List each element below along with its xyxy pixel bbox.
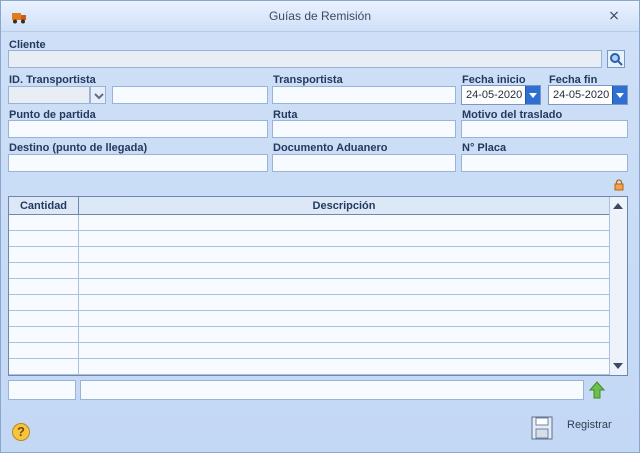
fecha-fin-value: 24-05-2020 [553,89,610,101]
id-transportista-label: ID. Transportista [9,74,96,86]
grid-rows [9,215,609,375]
cantidad-cell[interactable] [9,231,79,247]
new-cantidad-field[interactable] [8,380,76,400]
scroll-down-icon[interactable] [613,363,623,369]
table-row[interactable] [9,343,609,359]
grid-vertical-scrollbar[interactable] [609,197,627,375]
new-descripcion-field[interactable] [80,380,584,400]
registrar-button[interactable]: Registrar [567,419,612,431]
fecha-fin-date-picker[interactable]: 24-05-2020 [548,85,628,105]
cantidad-cell[interactable] [9,263,79,279]
transportista-field[interactable] [272,86,456,104]
table-row[interactable] [9,231,609,247]
table-row[interactable] [9,295,609,311]
window: Guías de Remisión ⨯ Cliente ID. Transpor… [0,0,640,453]
cantidad-cell[interactable] [9,295,79,311]
fecha-inicio-dropdown-button[interactable] [525,86,540,104]
destino-label: Destino (punto de llegada) [9,142,148,154]
add-item-arrow-icon[interactable] [589,381,605,399]
cantidad-cell[interactable] [9,327,79,343]
fecha-inicio-value: 24-05-2020 [466,89,523,101]
cantidad-cell[interactable] [9,279,79,295]
magnifier-icon [610,53,623,66]
table-row[interactable] [9,311,609,327]
transportista-label: Transportista [273,74,343,86]
items-grid[interactable]: Cantidad Descripción [8,196,628,376]
close-icon[interactable]: ⨯ [607,8,621,22]
table-row[interactable] [9,279,609,295]
cantidad-cell[interactable] [9,247,79,263]
punto-partida-field[interactable] [8,120,268,138]
cantidad-column-header[interactable]: Cantidad [9,197,79,215]
window-title: Guías de Remisión [268,9,372,23]
table-row[interactable] [9,263,609,279]
cantidad-cell[interactable] [9,343,79,359]
title-bar: Guías de Remisión ⨯ [1,1,639,32]
table-row[interactable] [9,247,609,263]
scroll-up-icon[interactable] [613,203,623,209]
grid-header: Cantidad Descripción [9,197,609,215]
id-transportista-select[interactable] [8,86,90,104]
placa-field[interactable] [461,154,628,172]
id-transportista-description-field[interactable] [112,86,268,104]
cantidad-cell[interactable] [9,311,79,327]
id-transportista-dropdown-button[interactable] [90,86,106,104]
destino-field[interactable] [8,154,268,172]
chevron-down-icon [94,93,104,100]
table-row[interactable] [9,327,609,343]
search-client-button[interactable] [607,50,625,68]
cantidad-cell[interactable] [9,359,79,375]
documento-aduanero-label: Documento Aduanero [273,142,388,154]
descripcion-column-header[interactable]: Descripción [79,197,609,215]
help-question-mark: ? [17,424,25,439]
help-button[interactable]: ? [12,423,30,441]
ruta-field[interactable] [272,120,456,138]
fecha-fin-dropdown-button[interactable] [612,86,627,104]
documento-aduanero-field[interactable] [272,154,456,172]
placa-label: N° Placa [462,142,507,154]
fecha-inicio-date-picker[interactable]: 24-05-2020 [461,85,541,105]
cliente-field[interactable] [8,50,602,68]
table-row[interactable] [9,215,609,231]
lock-icon[interactable] [613,179,625,191]
cantidad-cell[interactable] [9,215,79,231]
save-icon[interactable] [531,416,553,440]
table-row[interactable] [9,359,609,375]
motivo-traslado-field[interactable] [461,120,628,138]
